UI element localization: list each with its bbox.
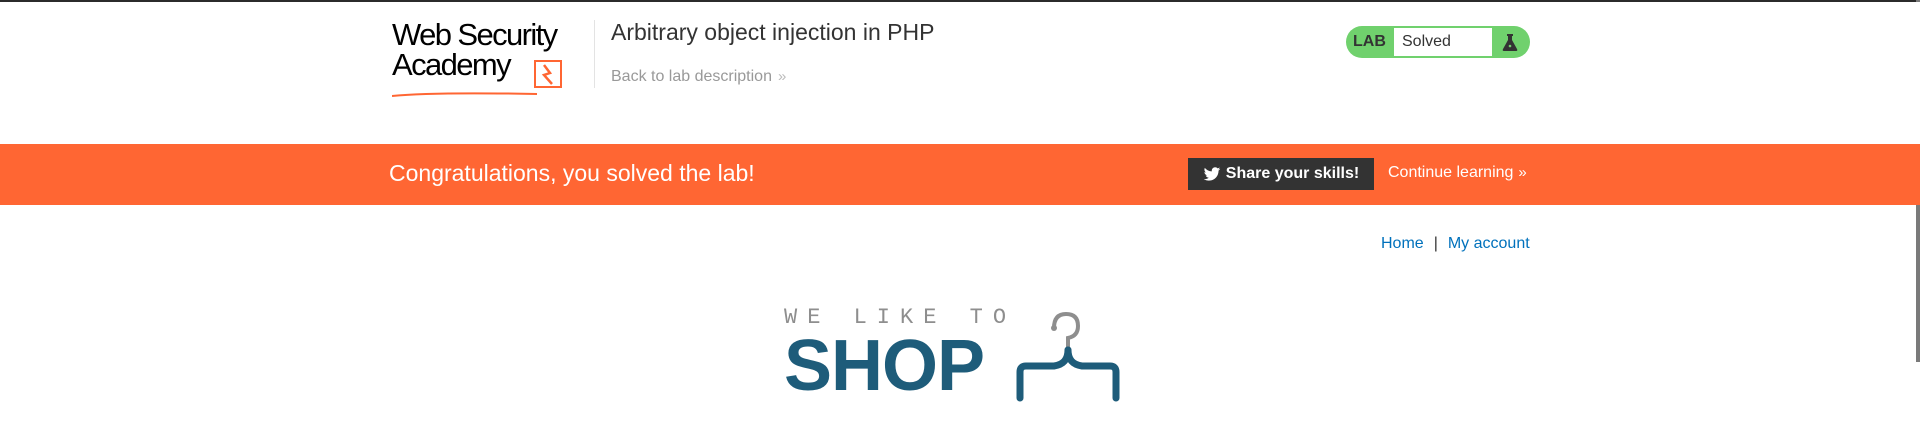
solved-banner: Congratulations, you solved the lab! Sha… — [0, 144, 1920, 205]
lab-title: Arbitrary object injection in PHP — [611, 19, 935, 45]
we-like-to-shop-logo: WE LIKE TO SHOP — [784, 304, 1136, 404]
continue-learning-link[interactable]: Continue learning» — [1388, 164, 1527, 182]
back-to-lab-description-link[interactable]: Back to lab description » — [611, 68, 786, 86]
share-button-label: Share your skills! — [1225, 165, 1360, 182]
my-account-link[interactable]: My account — [1448, 235, 1530, 252]
lab-badge: LAB — [1353, 33, 1386, 50]
continue-learning-label: Continue learning — [1388, 164, 1514, 181]
nav-separator: | — [1433, 235, 1438, 252]
logo-bolt-icon — [534, 60, 562, 88]
shop-word: SHOP — [784, 326, 985, 406]
web-security-academy-logo[interactable]: Web Security Academy — [392, 19, 592, 100]
lab-status-widget: LAB Solved — [1346, 26, 1530, 58]
logo-line-2: Academy — [392, 47, 512, 82]
logo-text: Web Security Academy — [392, 19, 558, 82]
academy-header: Web Security Academy Arbitrary object in… — [0, 2, 1920, 144]
lab-status-label: Solved — [1394, 28, 1492, 56]
double-chevron-right-icon: » — [777, 68, 787, 85]
back-link-label: Back to lab description — [611, 68, 772, 85]
flask-icon[interactable] — [1494, 26, 1526, 58]
logo-underline-icon — [392, 92, 538, 97]
congratulations-message: Congratulations, you solved the lab! — [389, 160, 755, 186]
site-nav: Home | My account — [1381, 235, 1530, 253]
twitter-bird-icon — [1203, 166, 1221, 181]
header-divider — [594, 20, 595, 88]
double-chevron-right-icon: » — [1518, 164, 1527, 181]
home-link[interactable]: Home — [1381, 235, 1424, 252]
hanger-icon — [1016, 311, 1120, 402]
share-your-skills-button[interactable]: Share your skills! — [1188, 158, 1374, 190]
